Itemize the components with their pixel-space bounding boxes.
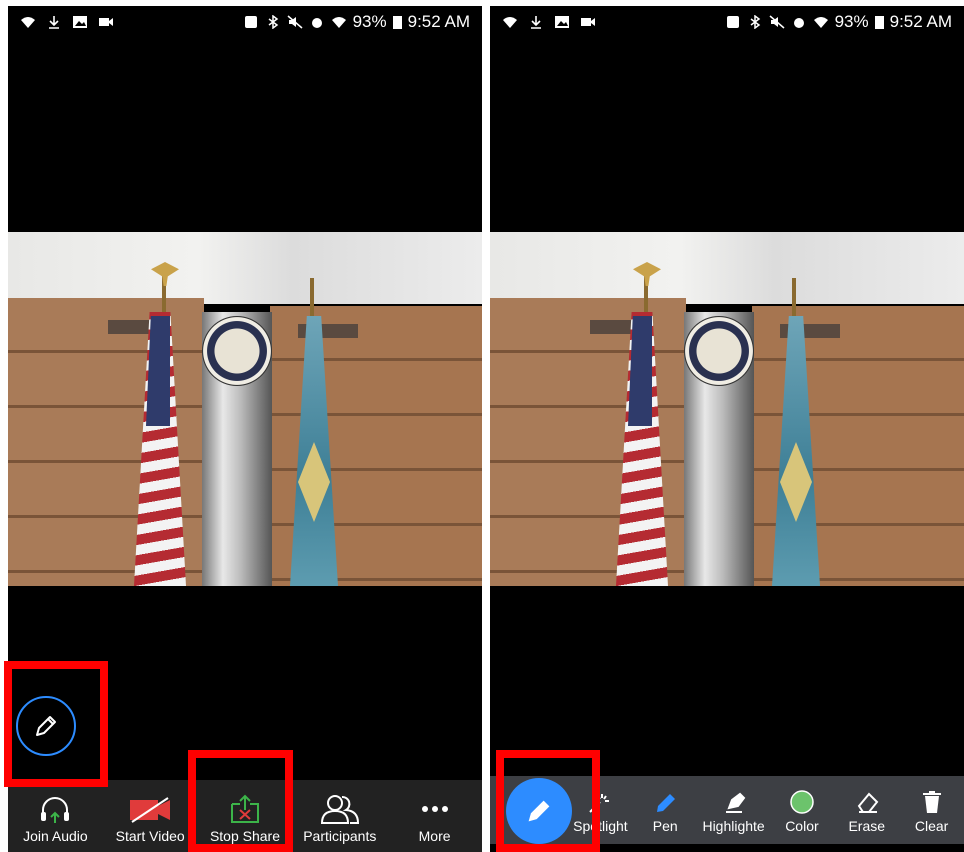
clock-time: 9:52 AM — [889, 12, 952, 31]
trash-icon — [922, 791, 941, 813]
stop-share-button[interactable]: Stop Share — [200, 794, 290, 844]
status-bar: 93% 9:52 AM — [8, 6, 482, 38]
pen-tool[interactable]: Pen — [633, 790, 698, 834]
status-bar: 93% 9:52 AM — [490, 6, 964, 38]
more-dots-icon — [421, 806, 448, 812]
clock-time: 9:52 AM — [407, 12, 470, 31]
tool-label: Erase — [848, 818, 886, 834]
tool-label: Pen — [652, 818, 678, 834]
join-audio-button[interactable]: Join Audio — [10, 796, 100, 844]
battery-icon — [392, 16, 402, 29]
participants-icon — [320, 795, 359, 824]
toolbar-label: Stop Share — [209, 828, 281, 844]
toolbar-label: More — [418, 828, 451, 844]
pencil-icon — [36, 716, 56, 736]
battery-icon — [874, 16, 884, 29]
tool-label: Clear — [914, 818, 949, 834]
tool-label: Color — [785, 818, 819, 834]
mute-icon — [287, 15, 303, 29]
toolbar-label: Participants — [303, 828, 377, 844]
annotate-button-active[interactable] — [506, 778, 572, 844]
alarm-icon — [793, 18, 804, 28]
shared-screen-photo — [490, 232, 964, 586]
state-seal — [684, 316, 754, 386]
wifi-call-icon — [503, 17, 517, 28]
tool-label: Highlighte — [702, 818, 765, 834]
bluetooth-icon — [750, 15, 760, 29]
battery-percent: 93% — [834, 12, 869, 31]
left-phone-screen: 93% 9:52 AM Join Audio Start Video Stop … — [8, 6, 482, 852]
pencil-icon — [528, 800, 550, 822]
toolbar-label: Start Video — [115, 828, 185, 844]
start-video-button[interactable]: Start Video — [105, 796, 195, 844]
highlighter-tool[interactable]: Highlighte — [698, 790, 770, 834]
lock-icon — [726, 16, 739, 28]
wifi-signal-icon — [813, 17, 828, 28]
spotlight-icon — [589, 794, 610, 813]
video-icon — [99, 18, 113, 26]
alarm-icon — [311, 18, 322, 28]
clear-tool[interactable]: Clear — [899, 790, 964, 834]
download-icon — [531, 16, 541, 29]
wall — [490, 232, 964, 304]
eraser-icon — [857, 792, 879, 813]
bluetooth-icon — [268, 15, 278, 29]
color-tool[interactable]: Color — [770, 790, 835, 834]
video-off-icon — [130, 797, 171, 823]
gallery-icon — [73, 16, 87, 28]
battery-percent: 93% — [352, 12, 387, 31]
headphones-icon — [41, 797, 70, 823]
pen-icon — [657, 794, 676, 812]
download-icon — [49, 16, 59, 29]
spotlight-tool[interactable]: Spotlight — [568, 790, 633, 834]
more-button[interactable]: More — [390, 794, 480, 844]
meeting-toolbar: Join Audio Start Video Stop Share Partic… — [8, 780, 482, 852]
annotate-button[interactable] — [16, 696, 76, 756]
wifi-call-icon — [21, 17, 35, 28]
highlighter-icon — [725, 792, 745, 813]
participants-button[interactable]: Participants — [295, 794, 385, 844]
toolbar-label: Join Audio — [23, 828, 88, 844]
lock-icon — [244, 16, 257, 28]
wall — [8, 232, 482, 304]
shared-screen-photo — [8, 232, 482, 586]
state-seal — [202, 316, 272, 386]
erase-tool[interactable]: Erase — [834, 790, 899, 834]
wifi-signal-icon — [331, 17, 346, 28]
video-icon — [581, 18, 595, 26]
gallery-icon — [555, 16, 569, 28]
tool-label: Spotlight — [573, 818, 628, 834]
color-dot-icon — [790, 790, 814, 814]
right-phone-screen: 93% 9:52 AM Spotlight Pen Highlighte Col… — [490, 6, 964, 852]
mute-icon — [769, 15, 785, 29]
stop-share-icon — [230, 794, 259, 823]
